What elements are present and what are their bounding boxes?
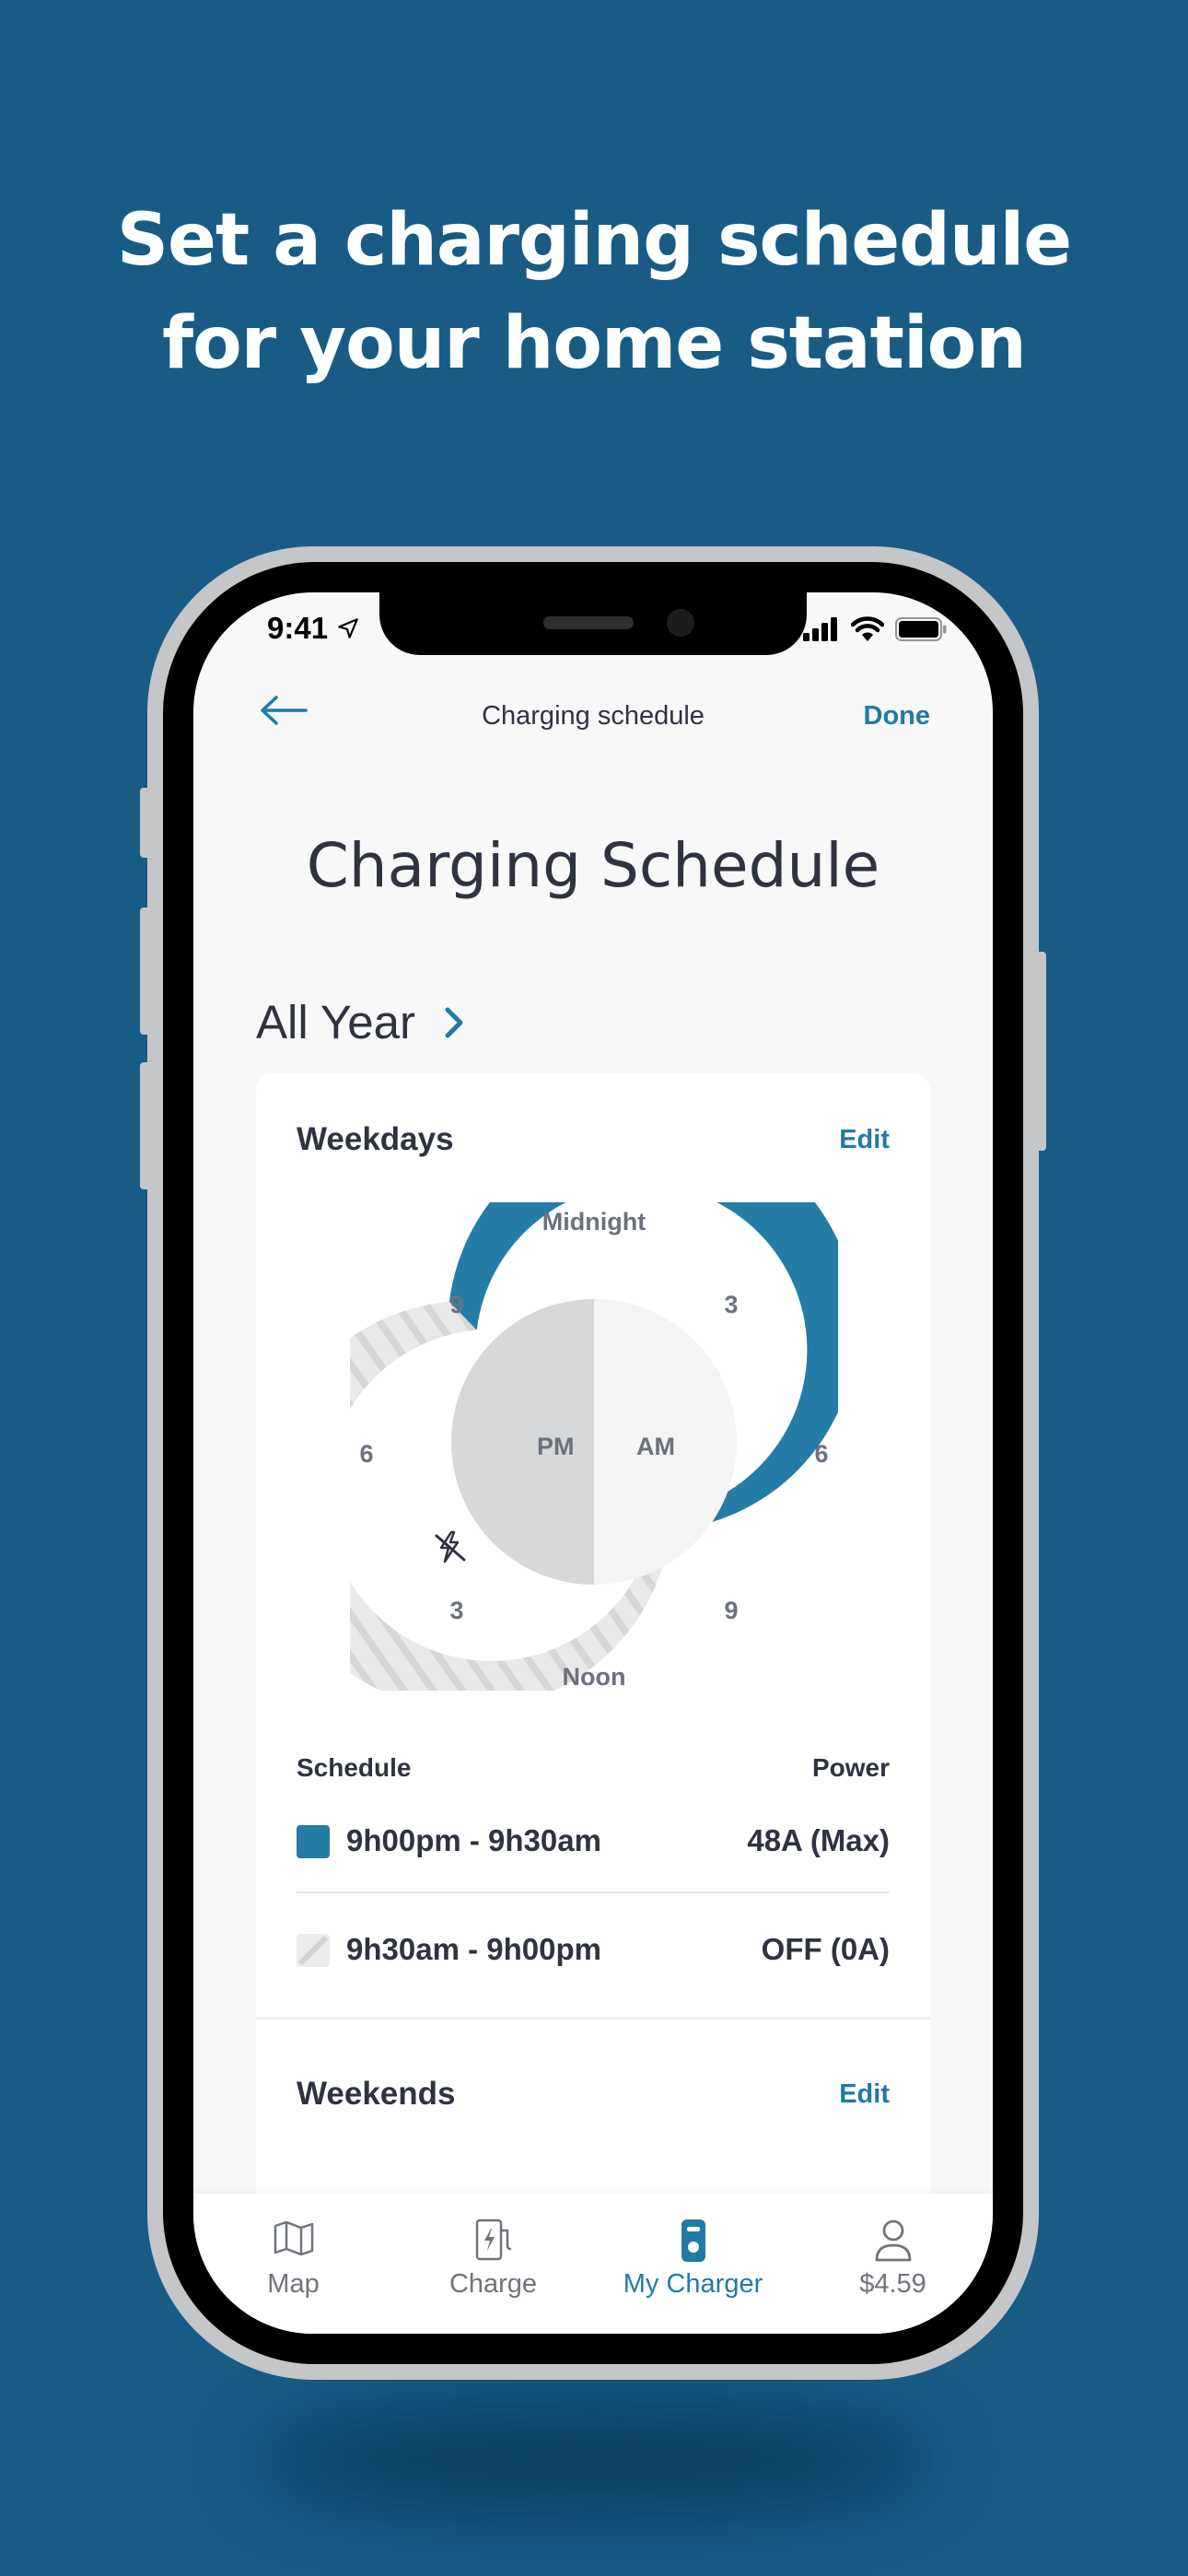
status-icons bbox=[803, 616, 947, 641]
weekdays-edit-button[interactable]: Edit bbox=[839, 1125, 890, 1155]
season-selector[interactable]: All Year bbox=[256, 995, 465, 1049]
tick-pm-3: 3 bbox=[449, 1597, 463, 1624]
tick-pm-6: 6 bbox=[359, 1440, 373, 1468]
phone-bezel: 9:41 Charging schedule Done Charging Sch… bbox=[163, 562, 1023, 2364]
done-button[interactable]: Done bbox=[864, 701, 931, 732]
weekends-title: Weekends bbox=[297, 2076, 456, 2112]
off-swatch bbox=[297, 1934, 330, 1967]
charger-icon bbox=[475, 2219, 512, 2261]
page-title: Charging Schedule bbox=[306, 830, 880, 901]
schedule-dial: PM AM Midnight Noon 3 6 9 3 6 9 bbox=[350, 1202, 838, 1691]
battery-icon bbox=[895, 616, 947, 641]
phone-shadow bbox=[258, 2405, 930, 2515]
headline-line-2: for your home station bbox=[162, 302, 1027, 385]
headline: Set a charging schedule for your home st… bbox=[0, 189, 1188, 395]
schedule-row-time: 9h00pm - 9h30am bbox=[346, 1823, 601, 1857]
schedule-row-time: 9h30am - 9h00pm bbox=[346, 1932, 601, 1966]
home-charger-icon bbox=[681, 2219, 705, 2262]
tab-charge[interactable]: Charge bbox=[393, 2194, 593, 2334]
status-time: 9:41 bbox=[267, 611, 360, 646]
user-icon bbox=[875, 2219, 912, 2262]
tab-account[interactable]: $4.59 bbox=[793, 2194, 993, 2334]
tick-am-6: 6 bbox=[814, 1440, 828, 1468]
status-time-text: 9:41 bbox=[267, 611, 329, 645]
tick-am-3: 3 bbox=[724, 1291, 738, 1318]
midnight-label: Midnight bbox=[542, 1208, 646, 1235]
schedule-header: Schedule bbox=[297, 1753, 412, 1782]
schedule-row-power: OFF (0A) bbox=[761, 1932, 890, 1966]
tab-map[interactable]: Map bbox=[193, 2194, 393, 2334]
map-icon bbox=[274, 2220, 314, 2256]
no-charging-icon bbox=[435, 1530, 466, 1563]
tab-charge-label: Charge bbox=[448, 2269, 538, 2299]
phone-frame: 9:41 Charging schedule Done Charging Sch… bbox=[147, 546, 1039, 2380]
weekends-edit-button[interactable]: Edit bbox=[839, 2079, 890, 2110]
noon-label: Noon bbox=[563, 1663, 626, 1691]
tab-my-charger-label: My Charger bbox=[623, 2269, 763, 2299]
speaker bbox=[543, 616, 634, 629]
tab-bar: Map Charge My Charger $4.59 bbox=[193, 2194, 993, 2334]
card-divider bbox=[256, 2017, 930, 2020]
notch bbox=[379, 592, 807, 655]
schedule-row-power: 48A (Max) bbox=[747, 1823, 890, 1857]
wifi-icon bbox=[851, 616, 884, 641]
tick-pm-9: 9 bbox=[449, 1291, 463, 1318]
am-label: AM bbox=[636, 1433, 675, 1460]
schedule-row: 9h00pm - 9h30am 48A (Max) bbox=[297, 1821, 890, 1858]
phone-screen: 9:41 Charging schedule Done Charging Sch… bbox=[193, 592, 993, 2334]
location-arrow-icon bbox=[338, 618, 359, 638]
chevron-right-icon bbox=[445, 1007, 463, 1037]
schedule-card: Weekdays Edit PM AM Midnight Noon 3 6 9 … bbox=[256, 1073, 930, 2334]
tick-am-9: 9 bbox=[724, 1597, 738, 1624]
tab-my-charger[interactable]: My Charger bbox=[593, 2194, 793, 2334]
headline-line-1: Set a charging schedule bbox=[116, 199, 1072, 282]
tab-map-label: Map bbox=[267, 2269, 320, 2299]
row-divider bbox=[297, 1891, 890, 1893]
season-label: All Year bbox=[256, 996, 415, 1048]
cellular-signal-icon bbox=[803, 616, 837, 641]
pm-label: PM bbox=[537, 1433, 575, 1460]
schedule-row: 9h30am - 9h00pm OFF (0A) bbox=[297, 1930, 890, 1967]
weekdays-title: Weekdays bbox=[297, 1121, 454, 1157]
charging-swatch bbox=[297, 1825, 330, 1858]
tab-account-label: $4.59 bbox=[859, 2269, 926, 2299]
camera bbox=[667, 609, 694, 637]
power-header: Power bbox=[811, 1753, 890, 1782]
